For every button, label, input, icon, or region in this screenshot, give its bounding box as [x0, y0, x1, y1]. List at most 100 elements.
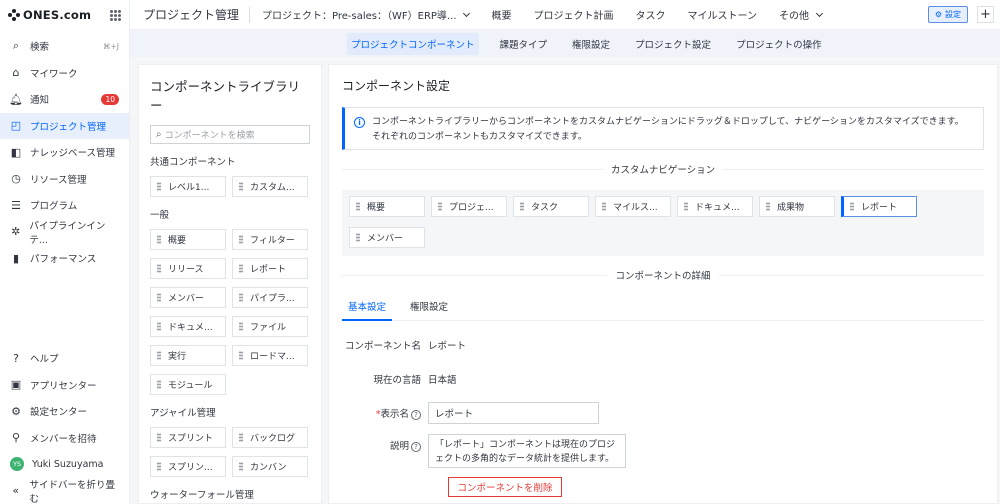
custom-nav-item[interactable]: 成果物 [759, 196, 835, 217]
sidebar-item-label: ヘルプ [30, 354, 59, 366]
library-component[interactable]: バックログ [232, 427, 308, 448]
library-component[interactable]: パイプラ... [232, 287, 308, 308]
chart-icon: ▮ [12, 251, 20, 265]
component-label: パイプラ... [250, 294, 295, 304]
sidebar: ONES.com ⌕ 検索 ⌘+J ⌂ マイワーク 🔔︎ 通知 10 ◰ プロジェクト管理 … [0, 0, 130, 504]
library-component[interactable]: フィルター [232, 229, 308, 250]
page-title: プロジェクト管理 [130, 6, 251, 23]
library-component[interactable]: ドキュメ... [150, 316, 226, 337]
project-selector[interactable]: プロジェクト：Pre-sales：（WF）ERP導... [262, 7, 471, 22]
sidebar-item-my-work[interactable]: ⌂ マイワーク [0, 60, 129, 87]
plus-icon: + [980, 7, 991, 22]
app-grid-icon[interactable] [110, 9, 121, 21]
custom-nav-item[interactable]: プロジェ... [431, 196, 507, 217]
component-search-input[interactable]: ⌕ コンポーネントを検索 [150, 125, 310, 144]
library-component[interactable]: メンバー [150, 287, 226, 308]
subtab-project-settings[interactable]: プロジェクト設定 [631, 33, 715, 55]
library-group-title: ウォーターフォール管理 [150, 490, 254, 501]
settings-button[interactable]: ⚙ 設定 [927, 6, 968, 23]
chevron-down-icon [463, 9, 471, 17]
library-component[interactable]: レベル1... [150, 176, 226, 197]
drag-handle-icon [520, 202, 524, 211]
description-textarea[interactable]: 「レポート」コンポーネントは現在のプロジェクトの多角的なデータ統計を提供します。 [428, 434, 626, 468]
sidebar-item-performance[interactable]: ▮ パフォーマンス [0, 245, 129, 272]
library-component[interactable]: カスタム... [232, 176, 308, 197]
description-label-text: 説明 [389, 441, 409, 452]
sidebar-collapse-button[interactable]: « サイドバーを折り畳む [0, 478, 130, 504]
search-icon: ⌕ [156, 129, 162, 140]
tab-basic-settings[interactable]: 基本設定 [342, 299, 393, 321]
custom-nav-item[interactable]: メンバー [349, 226, 425, 248]
sidebar-item-label: パイプラインインテ... [29, 220, 106, 246]
notification-badge: 10 [101, 93, 119, 105]
custom-nav-item[interactable]: 概要 [349, 196, 425, 217]
library-component[interactable]: カンバン [232, 456, 308, 477]
library-component[interactable]: ファイル [232, 316, 308, 337]
tab-tasks[interactable]: タスク [635, 7, 665, 22]
knowledge-icon: ◧ [10, 145, 22, 159]
subtab-permissions[interactable]: 権限設定 [568, 33, 614, 55]
drag-handle-icon [239, 462, 243, 471]
sidebar-item-notifications[interactable]: 🔔︎ 通知 10 [0, 86, 129, 113]
sidebar-user[interactable]: YS Yuki Suzuyama [0, 451, 130, 478]
sidebar-item-help[interactable]: ? ヘルプ [0, 345, 130, 372]
sidebar-item-invite[interactable]: ⚲ メンバーを招待 [0, 425, 130, 452]
drag-handle-icon [602, 202, 606, 211]
display-name-input[interactable]: レポート [428, 402, 599, 424]
custom-nav-item[interactable]: ドキュメ... [677, 196, 753, 217]
subtab-issue-types[interactable]: 課題タイプ [496, 33, 552, 55]
info-line: コンポーネントライブラリーからコンポーネントをカスタムナビゲーションにドラッグ＆… [372, 117, 964, 127]
library-component[interactable]: モジュール [150, 374, 226, 395]
library-component[interactable]: ロードマ... [232, 345, 308, 366]
delete-component-button[interactable]: コンポーネントを削除 [448, 477, 562, 497]
custom-nav-item[interactable]: タスク [513, 196, 589, 217]
sidebar-item-settings-center[interactable]: ⚙ 設定センター [0, 398, 130, 425]
bell-icon: 🔔︎ [9, 92, 23, 106]
app-center-icon: ▣ [10, 378, 22, 392]
subtab-project-components[interactable]: プロジェクトコンポーネント [347, 32, 479, 55]
sidebar-item-resources[interactable]: ◷ リソース管理 [0, 166, 129, 193]
tab-milestones[interactable]: マイルストーン [687, 7, 757, 22]
tab-more[interactable]: その他 [779, 7, 824, 22]
tab-project-plan[interactable]: プロジェクト計画 [533, 7, 613, 22]
component-settings-panel: コンポーネント設定 i コンポーネントライブラリーからコンポーネントをカスタムナ… [328, 64, 998, 504]
sidebar-item-project-management[interactable]: ◰ プロジェクト管理 [0, 112, 129, 139]
custom-nav-item-selected[interactable]: レポート [841, 196, 917, 217]
drag-handle-icon [438, 202, 442, 211]
drag-handle-icon [239, 235, 243, 244]
sidebar-item-label: パフォーマンス [30, 254, 97, 266]
add-button[interactable]: + [977, 6, 994, 23]
library-component[interactable]: 概要 [150, 229, 226, 250]
library-component[interactable]: 実行 [150, 345, 226, 366]
language-label: 現在の言語 [373, 375, 421, 386]
component-label: スプリン... [168, 463, 213, 473]
project-icon: ◰ [10, 119, 22, 133]
library-component[interactable]: リリース [150, 258, 226, 279]
help-icon[interactable]: ? [411, 410, 421, 420]
component-label: レポート [250, 265, 287, 275]
help-icon[interactable]: ? [411, 442, 421, 452]
tab-overview[interactable]: 概要 [491, 7, 511, 22]
library-group-title: 一般 [150, 210, 170, 221]
subtab-project-operations[interactable]: プロジェクトの操作 [732, 33, 826, 55]
drag-handle-icon [356, 202, 360, 211]
custom-nav-item[interactable]: マイルス... [595, 196, 671, 217]
sidebar-item-knowledge-base[interactable]: ◧ ナレッジベース管理 [0, 139, 129, 166]
sidebar-item-search[interactable]: ⌕ 検索 ⌘+J [0, 33, 129, 60]
tab-permission-settings[interactable]: 権限設定 [404, 299, 454, 321]
library-component[interactable]: スプリント [150, 427, 226, 448]
custom-navigation-dropzone[interactable]: 概要 プロジェ... タスク マイルス... ドキュメ... 成果物 レポート … [342, 190, 984, 256]
info-banner: i コンポーネントライブラリーからコンポーネントをカスタムナビゲーションにドラッ… [342, 107, 984, 150]
top-bar: プロジェクト管理 プロジェクト：Pre-sales：（WF）ERP導... 概要… [130, 0, 1000, 30]
gear-icon: ⚙ [934, 10, 942, 19]
sidebar-item-label: 通知 [30, 95, 50, 107]
sidebar-item-app-center[interactable]: ▣ アプリセンター [0, 372, 130, 399]
pipeline-icon: ✲ [11, 225, 21, 239]
sidebar-item-pipeline[interactable]: ✲ パイプラインインテ... [0, 219, 129, 246]
sidebar-item-program[interactable]: ☰ プログラム [0, 192, 129, 219]
library-component[interactable]: レポート [232, 258, 308, 279]
ones-logo[interactable]: ONES.com [8, 8, 91, 22]
library-component[interactable]: スプリン... [150, 456, 226, 477]
component-label: ドキュメ... [168, 323, 213, 333]
component-label: ドキュメ... [695, 203, 740, 213]
